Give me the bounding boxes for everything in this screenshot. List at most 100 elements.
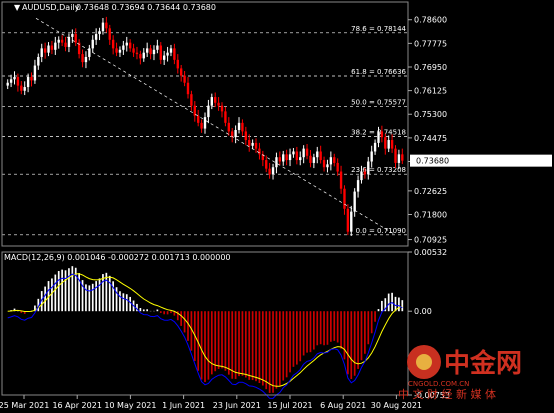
candle-body — [16, 77, 20, 86]
y-tick-label: 0.76125 — [414, 87, 447, 96]
candle-body — [179, 68, 183, 76]
candle-body — [288, 154, 292, 161]
candle-body — [210, 97, 213, 106]
fib-label: 78.6 = 0.78144 — [351, 25, 406, 33]
candle-body — [234, 130, 237, 138]
candle-body — [309, 155, 312, 163]
candle-body — [237, 122, 241, 130]
last-price-label: 0.73680 — [416, 157, 449, 166]
y-tick-label: 0.78600 — [414, 16, 447, 25]
candle-body — [397, 154, 401, 163]
trendline — [35, 17, 395, 235]
candle-body — [322, 160, 326, 168]
candle-body — [275, 157, 278, 168]
candle-body — [292, 151, 295, 155]
candle-body — [197, 115, 200, 123]
candle-body — [312, 157, 316, 163]
macd-y-tick-label: 0.00 — [414, 307, 432, 316]
x-tick-label: 10 May 2021 — [104, 401, 156, 410]
watermark-site: CNGOLD.COM.CN — [408, 380, 469, 388]
x-tick-label: 25 Mar 2021 — [0, 401, 49, 410]
macd-pane — [7, 266, 404, 399]
candle-body — [159, 45, 162, 60]
candle-body — [295, 151, 299, 161]
x-tick-label: 15 Jul 2021 — [267, 401, 312, 410]
candle-body — [57, 39, 60, 43]
candle-body — [74, 34, 77, 43]
candle-body — [183, 75, 186, 83]
candle-body — [268, 168, 271, 175]
candle-body — [394, 148, 397, 163]
candle-body — [220, 105, 224, 112]
candle-body — [47, 45, 50, 53]
candle-body — [156, 45, 159, 50]
candle-body — [248, 140, 251, 146]
chart-ohlc: 0.73648 0.73694 0.73644 0.73680 — [76, 3, 216, 12]
candle-body — [299, 157, 302, 161]
y-tick-label: 0.72625 — [414, 187, 447, 196]
candle-body — [162, 55, 166, 60]
candle-body — [350, 211, 353, 232]
candle-body — [139, 54, 142, 59]
candle-body — [333, 157, 336, 163]
candle-body — [339, 171, 343, 189]
candle-body — [101, 22, 105, 32]
candle-body — [166, 52, 169, 56]
y-tick-label: 0.75300 — [414, 110, 447, 119]
fib-label: 61.8 = 0.76636 — [351, 68, 406, 76]
candle-body — [30, 77, 33, 81]
candle-body — [122, 45, 125, 50]
candle-body — [43, 48, 47, 53]
candle-body — [135, 52, 139, 55]
candle-body — [145, 48, 149, 53]
candle-body — [346, 208, 350, 232]
candle-body — [37, 56, 40, 66]
x-tick-label: 23 Jun 2021 — [213, 401, 261, 410]
candle-body — [200, 122, 203, 129]
candle-body — [54, 42, 57, 50]
candle-body — [26, 77, 30, 88]
candle-body — [84, 56, 88, 63]
candle-body — [207, 105, 210, 118]
candle-body — [319, 151, 322, 161]
candle-body — [173, 48, 176, 60]
candle-body — [377, 131, 380, 143]
watermark: 中金网 CNGOLD.COM.CN 中 文 财 经 新 媒 体 — [398, 345, 522, 401]
candle-body — [23, 87, 26, 91]
candle-body — [186, 82, 190, 95]
candle-body — [169, 48, 173, 53]
candle-body — [278, 157, 282, 162]
watermark-tagline: 中 文 财 经 新 媒 体 — [398, 387, 496, 401]
watermark-logo-inner — [416, 354, 432, 370]
fib-label: 50.0 = 0.75577 — [351, 98, 406, 106]
candle-body — [356, 180, 360, 192]
candle-body — [353, 191, 356, 212]
candle-body — [118, 49, 122, 53]
candle-body — [265, 160, 268, 169]
y-tick-label: 0.77775 — [414, 39, 447, 48]
candle-body — [227, 122, 231, 132]
candle-body — [128, 42, 132, 49]
candle-body — [152, 49, 156, 55]
candle-body — [13, 77, 16, 80]
candle-body — [343, 188, 346, 209]
candle-body — [203, 117, 207, 129]
x-tick-label: 1 Jun 2021 — [162, 401, 205, 410]
chart-title: AUDUSD,Daily — [22, 3, 80, 12]
candle-body — [401, 154, 404, 161]
candle-body — [108, 28, 111, 40]
y-tick-label: 0.76950 — [414, 63, 447, 72]
candle-body — [326, 164, 329, 168]
candle-body — [241, 122, 244, 132]
candle-body — [40, 48, 43, 57]
candle-body — [217, 102, 220, 106]
candle-body — [387, 140, 390, 149]
candle-body — [302, 148, 305, 158]
y-tick-label: 0.70925 — [414, 236, 447, 245]
watermark-logo-text: 中金网 — [444, 348, 522, 379]
candle-body — [111, 39, 115, 49]
candle-body — [363, 171, 367, 175]
candle-body — [360, 171, 363, 181]
price-pane: 78.6 = 0.78144 61.8 = 0.76636 50.0 = 0.755… — [2, 16, 408, 236]
candle-body — [373, 142, 377, 152]
